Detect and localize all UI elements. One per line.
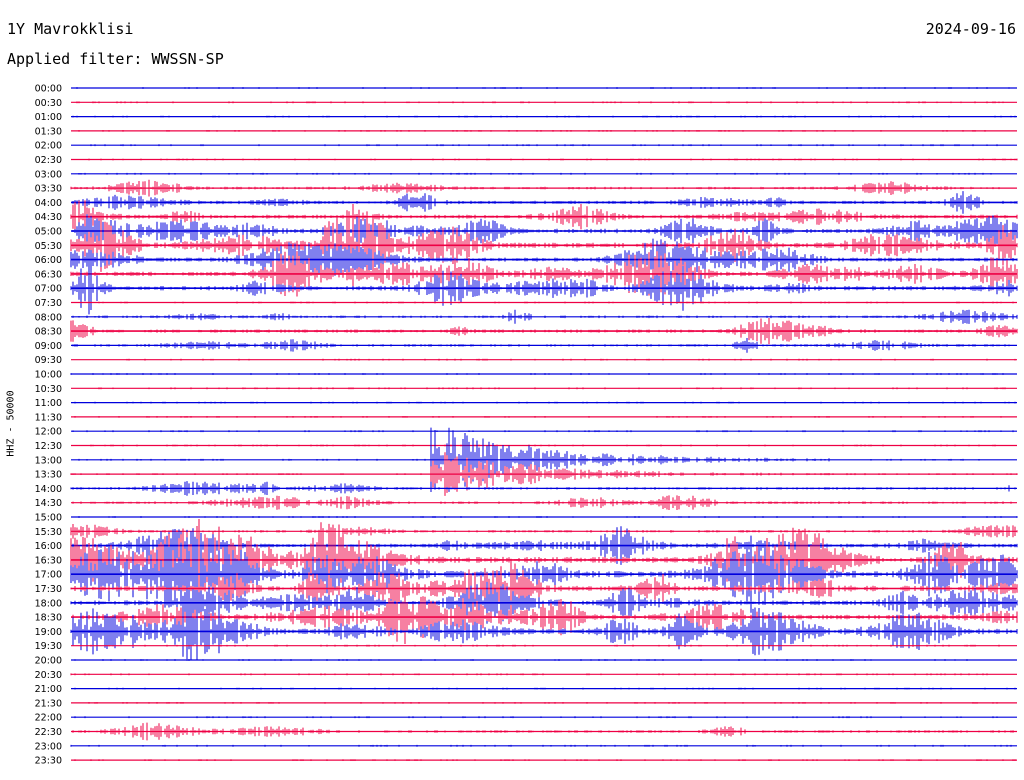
time-label: 18:30 xyxy=(35,613,62,624)
time-label: 05:30 xyxy=(35,241,62,252)
helicorder-plot: 00:00 00:30 01:00 01:30 02:00 02:30 03:00 03:30… xyxy=(35,84,1018,767)
time-label: 22:00 xyxy=(35,713,62,724)
time-label: 13:30 xyxy=(35,470,62,481)
time-label: 22:30 xyxy=(35,727,62,738)
time-label: 08:00 xyxy=(35,312,62,323)
trace-signal xyxy=(72,309,1018,324)
time-label: 08:30 xyxy=(35,327,62,338)
time-label: 10:30 xyxy=(35,384,62,395)
time-label: 01:00 xyxy=(35,112,62,123)
time-label: 17:30 xyxy=(35,584,62,595)
time-label: 15:00 xyxy=(35,513,62,524)
time-label: 23:30 xyxy=(35,756,62,767)
time-label: 06:00 xyxy=(35,255,62,266)
time-label: 00:00 xyxy=(35,84,62,95)
time-label: 03:00 xyxy=(35,169,62,180)
time-label: 04:00 xyxy=(35,198,62,209)
time-label: 09:30 xyxy=(35,355,62,366)
time-label: 07:30 xyxy=(35,298,62,309)
time-label: 21:00 xyxy=(35,684,62,695)
time-label: 16:30 xyxy=(35,555,62,566)
time-label: 07:00 xyxy=(35,284,62,295)
time-label: 06:30 xyxy=(35,269,62,280)
time-label: 14:00 xyxy=(35,484,62,495)
time-label: 05:00 xyxy=(35,227,62,238)
time-label: 15:30 xyxy=(35,527,62,538)
time-label: 00:30 xyxy=(35,98,62,109)
time-label: 21:30 xyxy=(35,698,62,709)
time-label: 19:00 xyxy=(35,627,62,638)
time-label: 14:30 xyxy=(35,498,62,509)
time-label: 18:00 xyxy=(35,598,62,609)
time-label: 11:30 xyxy=(35,412,62,423)
time-label: 20:00 xyxy=(35,656,62,667)
time-label: 09:00 xyxy=(35,341,62,352)
time-label: 17:00 xyxy=(35,570,62,581)
time-label: 03:30 xyxy=(35,184,62,195)
time-label: 20:30 xyxy=(35,670,62,681)
time-label: 02:00 xyxy=(35,141,62,152)
time-label: 02:30 xyxy=(35,155,62,166)
time-label: 23:00 xyxy=(35,741,62,752)
time-label: 19:30 xyxy=(35,641,62,652)
time-label: 16:00 xyxy=(35,541,62,552)
time-label: 12:00 xyxy=(35,427,62,438)
time-label: 10:00 xyxy=(35,370,62,381)
time-label: 13:00 xyxy=(35,455,62,466)
time-label: 04:30 xyxy=(35,212,62,223)
time-label: 11:00 xyxy=(35,398,62,409)
time-label: 01:30 xyxy=(35,126,62,137)
time-label: 12:30 xyxy=(35,441,62,452)
trace-rows: 00:00 00:30 01:00 01:30 02:00 02:30 03:00 03:30… xyxy=(35,84,1018,767)
